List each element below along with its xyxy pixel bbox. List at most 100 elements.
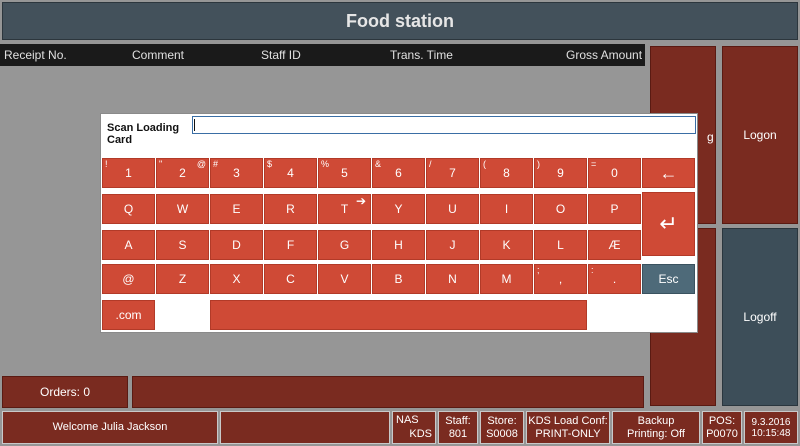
column-receipt-no: Receipt No. <box>4 48 67 62</box>
key-row3-0[interactable]: A <box>102 230 155 260</box>
key-label: X <box>232 272 241 286</box>
key-shift-label: " <box>159 159 163 169</box>
key-label: J <box>449 238 456 252</box>
enter-key[interactable]: ↵ <box>642 192 695 256</box>
key-row2-3[interactable]: R <box>264 194 317 224</box>
space-key[interactable] <box>210 300 587 330</box>
column-trans-time: Trans. Time <box>390 48 453 62</box>
key-row4-3[interactable]: C <box>264 264 317 294</box>
key-row4-6[interactable]: N <box>426 264 479 294</box>
app-title: Food station <box>2 2 798 40</box>
key-label: F <box>286 238 295 252</box>
key-row2-5[interactable]: Y <box>372 194 425 224</box>
key-row4-7[interactable]: M <box>480 264 533 294</box>
kds-load-conf-status: KDS Load Conf: PRINT-ONLY <box>526 411 610 444</box>
key-row4-1[interactable]: Z <box>156 264 209 294</box>
key-row2-0[interactable]: Q <box>102 194 155 224</box>
key-label: 0 <box>611 166 618 180</box>
key-shift-label: ( <box>483 159 486 169</box>
key-label: R <box>286 202 295 216</box>
key-row4-4[interactable]: V <box>318 264 371 294</box>
key-row4-2[interactable]: X <box>210 264 263 294</box>
key-row2-1[interactable]: W <box>156 194 209 224</box>
key-row1-9[interactable]: 0 = <box>588 158 641 188</box>
key-row4-0[interactable]: @ <box>102 264 155 294</box>
backspace-key[interactable]: ← <box>642 158 695 188</box>
key-label: M <box>501 272 512 286</box>
key-shift-label: ) <box>537 159 540 169</box>
esc-key[interactable]: Esc <box>642 264 695 294</box>
text-caret <box>194 119 195 131</box>
key-row2-9[interactable]: P <box>588 194 641 224</box>
orders-bar <box>132 376 644 408</box>
key-label: A <box>124 238 133 252</box>
key-label: U <box>448 202 457 216</box>
key-row3-5[interactable]: H <box>372 230 425 260</box>
dotcom-key[interactable]: .com <box>102 300 155 330</box>
key-shift-label: ; <box>537 265 540 275</box>
key-label: V <box>340 272 349 286</box>
key-shift-label: ! <box>105 159 108 169</box>
key-label: C <box>286 272 295 286</box>
key-label: 2 <box>179 166 186 180</box>
key-row1-1[interactable]: 2 " @ <box>156 158 209 188</box>
scan-loading-card-label: Scan Loading Card <box>107 122 180 146</box>
key-label: 6 <box>395 166 402 180</box>
key-label: I <box>504 202 509 216</box>
key-row1-6[interactable]: 7/ <box>426 158 479 188</box>
key-label: S <box>178 238 187 252</box>
key-row1-7[interactable]: 8( <box>480 158 533 188</box>
key-shift-label: $ <box>267 159 273 169</box>
key-row1-5[interactable]: 6 & <box>372 158 425 188</box>
key-row1-0[interactable]: 1! <box>102 158 155 188</box>
key-label: 9 <box>557 166 564 180</box>
scan-loading-card-input[interactable] <box>192 116 696 134</box>
scan-loading-card-dialog: Scan Loading Card 1! 2 " @3 #4 $5% 6 & 7/8(9) 0 = Q… <box>100 113 698 333</box>
receipt-table-header: Receipt No. Comment Staff ID Trans. Time… <box>0 44 645 66</box>
key-row2-2[interactable]: E <box>210 194 263 224</box>
key-row3-8[interactable]: L <box>534 230 587 260</box>
key-row3-6[interactable]: J <box>426 230 479 260</box>
key-row2-8[interactable]: O <box>534 194 587 224</box>
key-label: , <box>558 272 563 286</box>
key-shift-label: / <box>429 159 432 169</box>
key-shift-label: = <box>591 159 597 169</box>
column-gross-amount: Gross Amount <box>566 48 643 62</box>
logon-button[interactable]: Logon <box>722 46 798 224</box>
key-row4-8[interactable]: ,; <box>534 264 587 294</box>
key-label: P <box>610 202 619 216</box>
nas-kds-status: NAS KDS <box>392 411 436 444</box>
key-label: G <box>339 238 350 252</box>
key-row3-2[interactable]: D <box>210 230 263 260</box>
key-shift-label: # <box>213 159 219 169</box>
key-label: H <box>394 238 403 252</box>
key-label: W <box>176 202 189 216</box>
key-row3-9[interactable]: Æ <box>588 230 641 260</box>
column-staff-id: Staff ID <box>261 48 301 62</box>
orders-button[interactable]: Orders: 0 <box>2 376 128 408</box>
key-label: . <box>612 272 617 286</box>
pos-status: POS: P0070 <box>702 411 742 444</box>
key-row3-4[interactable]: G <box>318 230 371 260</box>
key-row1-8[interactable]: 9) <box>534 158 587 188</box>
key-row4-9[interactable]: .: <box>588 264 641 294</box>
logoff-button[interactable]: Logoff <box>722 228 798 406</box>
key-row1-2[interactable]: 3 # <box>210 158 263 188</box>
key-label: 3 <box>233 166 240 180</box>
key-label: L <box>557 238 564 252</box>
key-shift-label: % <box>321 159 330 169</box>
key-row1-4[interactable]: 5% <box>318 158 371 188</box>
status-blank <box>220 411 390 444</box>
key-label: E <box>232 202 241 216</box>
key-row3-1[interactable]: S <box>156 230 209 260</box>
key-label: T <box>340 202 349 216</box>
key-row3-7[interactable]: K <box>480 230 533 260</box>
datetime-status: 9.3.2016 10:15:48 <box>744 411 798 444</box>
key-row4-5[interactable]: B <box>372 264 425 294</box>
key-label: B <box>394 272 403 286</box>
key-row2-7[interactable]: I <box>480 194 533 224</box>
key-row2-6[interactable]: U <box>426 194 479 224</box>
key-row3-3[interactable]: F <box>264 230 317 260</box>
key-label: 1 <box>125 166 132 180</box>
key-row1-3[interactable]: 4 $ <box>264 158 317 188</box>
